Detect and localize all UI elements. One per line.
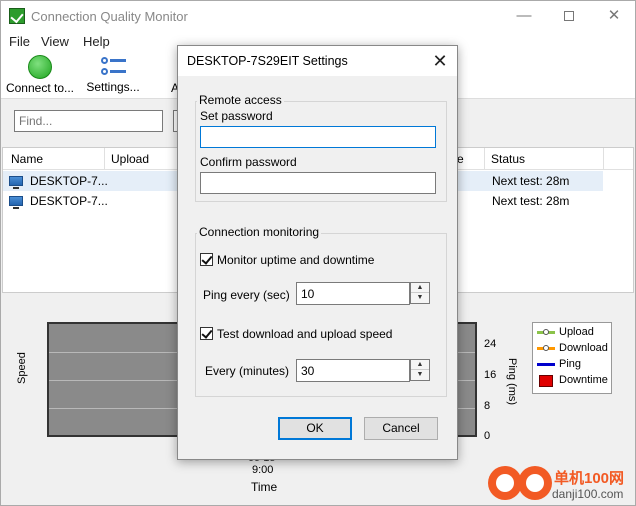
- y2-tick: 0: [484, 430, 491, 442]
- ping-every-input[interactable]: [296, 282, 410, 305]
- connect-label: Connect to...: [5, 81, 75, 95]
- menu-file[interactable]: File: [9, 34, 30, 49]
- x-axis-label: Time: [251, 480, 278, 494]
- maximize-icon: [564, 11, 574, 21]
- main-titlebar: Connection Quality Monitor — ✕: [1, 1, 635, 31]
- col-header-status[interactable]: Status: [491, 152, 525, 166]
- monitor-uptime-checkbox[interactable]: [200, 253, 213, 266]
- every-minutes-label: Every (minutes): [205, 364, 290, 378]
- watermark-play-icon: [518, 466, 552, 500]
- spin-up-icon[interactable]: ▲: [411, 283, 429, 293]
- ping-legend-icon: [537, 363, 555, 366]
- set-password-field[interactable]: [200, 126, 436, 148]
- cancel-button[interactable]: Cancel: [364, 417, 438, 440]
- chart-legend: Upload Download Ping Downtime: [532, 322, 612, 394]
- upload-legend-icon: [537, 329, 555, 335]
- maximize-button[interactable]: [546, 1, 592, 31]
- monitor-uptime-label[interactable]: Monitor uptime and downtime: [217, 253, 374, 267]
- row-name: DESKTOP-7...: [30, 174, 108, 188]
- col-separator[interactable]: [104, 148, 105, 170]
- computer-icon: [9, 176, 23, 189]
- every-minutes-input[interactable]: [296, 359, 410, 382]
- legend-label: Upload: [559, 326, 594, 338]
- col-header-partial[interactable]: e: [457, 152, 464, 166]
- downtime-legend-icon: [539, 375, 553, 387]
- col-separator[interactable]: [603, 148, 604, 170]
- confirm-password-label: Confirm password: [200, 155, 297, 169]
- spin-down-icon[interactable]: ▼: [411, 293, 429, 303]
- y2-tick: 8: [484, 400, 491, 412]
- settings-button[interactable]: Settings...: [83, 51, 143, 99]
- watermark-url: danji100.com: [552, 487, 624, 501]
- legend-label: Ping: [559, 358, 582, 370]
- computer-icon: [9, 196, 23, 209]
- col-header-upload[interactable]: Upload: [111, 152, 149, 166]
- y2-tick: 16: [484, 369, 497, 381]
- legend-label: Download: [559, 342, 608, 354]
- ping-every-stepper[interactable]: ▲ ▼: [410, 282, 430, 304]
- menu-help[interactable]: Help: [83, 34, 110, 49]
- settings-dialog: DESKTOP-7S29EIT Settings ✕ Remote access…: [177, 45, 458, 460]
- dialog-titlebar: DESKTOP-7S29EIT Settings ✕: [178, 46, 457, 76]
- settings-icon: [100, 57, 126, 77]
- every-minutes-stepper[interactable]: ▲ ▼: [410, 359, 430, 381]
- app-title: Connection Quality Monitor: [31, 9, 188, 24]
- y2-axis-label: Ping (ms): [506, 358, 518, 406]
- y2-tick: 24: [484, 338, 497, 350]
- ok-button[interactable]: OK: [278, 417, 352, 440]
- confirm-password-field[interactable]: [200, 172, 436, 194]
- col-header-name[interactable]: Name: [11, 152, 43, 166]
- row-name: DESKTOP-7...: [30, 194, 108, 208]
- watermark-brand: 单机100网: [554, 470, 625, 487]
- dialog-title: DESKTOP-7S29EIT Settings: [187, 54, 348, 68]
- spin-up-icon[interactable]: ▲: [411, 360, 429, 370]
- minimize-button[interactable]: —: [501, 1, 547, 31]
- test-speed-checkbox[interactable]: [200, 327, 213, 340]
- app-icon: [9, 8, 25, 24]
- dialog-close-button[interactable]: ✕: [428, 50, 452, 72]
- watermark-plus-icon: [488, 466, 522, 500]
- connect-button[interactable]: Connect to...: [3, 51, 77, 99]
- set-password-label: Set password: [200, 109, 273, 123]
- connect-icon: [28, 55, 52, 79]
- x-tick: 9:00: [252, 464, 274, 476]
- close-button[interactable]: ✕: [591, 1, 636, 31]
- spin-down-icon[interactable]: ▼: [411, 370, 429, 380]
- y-axis-label: Speed: [16, 352, 28, 384]
- settings-label: Settings...: [86, 80, 140, 94]
- ping-every-label: Ping every (sec): [203, 288, 290, 302]
- col-separator[interactable]: [484, 148, 485, 170]
- download-legend-icon: [537, 345, 555, 351]
- legend-label: Downtime: [559, 374, 608, 386]
- row-status: Next test: 28m: [492, 174, 570, 188]
- test-speed-label[interactable]: Test download and upload speed: [217, 327, 392, 341]
- menu-view[interactable]: View: [41, 34, 69, 49]
- row-status: Next test: 28m: [492, 194, 570, 208]
- remote-access-title: Remote access: [197, 93, 284, 107]
- find-input[interactable]: [14, 110, 163, 132]
- connection-monitoring-title: Connection monitoring: [197, 225, 322, 239]
